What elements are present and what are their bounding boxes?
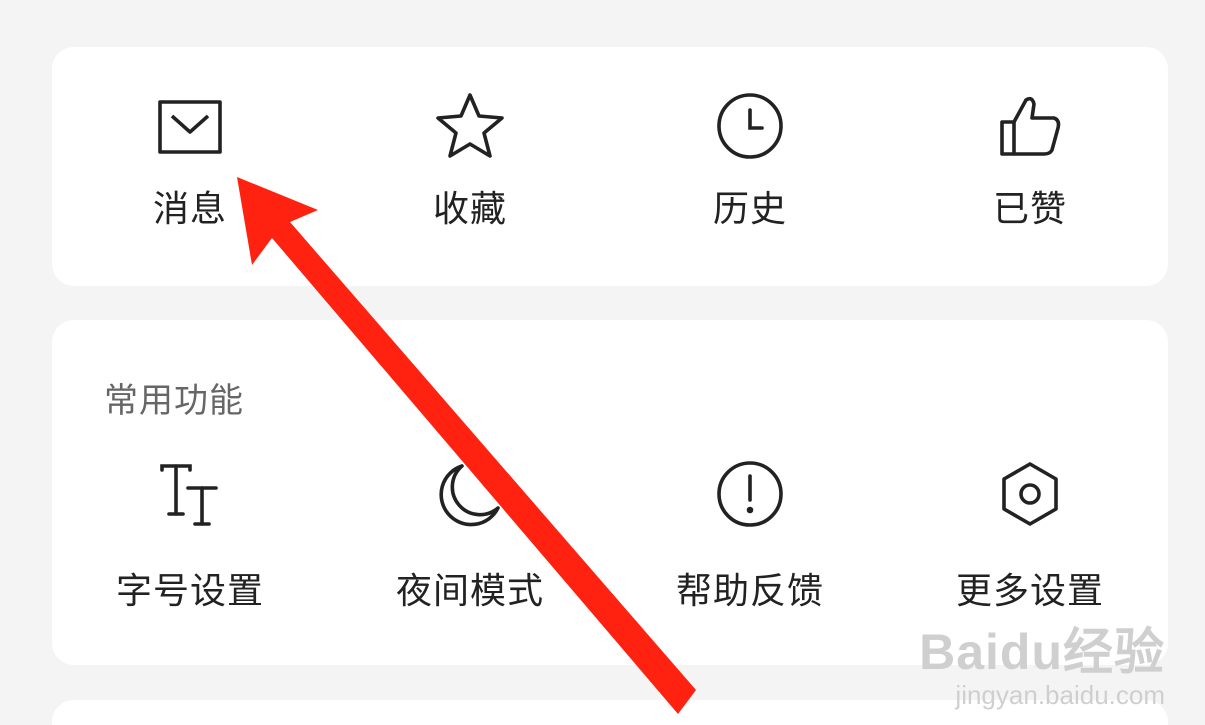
quick-action-liked[interactable]: 已赞 [890, 90, 1170, 232]
function-more-settings[interactable]: 更多设置 [890, 458, 1170, 614]
quick-action-label: 历史 [712, 189, 787, 230]
star-icon [434, 90, 506, 162]
font-size-icon [154, 458, 226, 530]
envelope-icon [154, 90, 226, 162]
quick-action-messages[interactable]: 消息 [50, 90, 330, 232]
quick-action-label: 已赞 [992, 189, 1067, 230]
moon-icon [434, 458, 506, 530]
function-label: 帮助反馈 [675, 571, 824, 612]
function-label: 字号设置 [115, 571, 264, 612]
clock-icon [714, 90, 786, 162]
function-help-feedback[interactable]: 帮助反馈 [610, 458, 890, 614]
function-night-mode[interactable]: 夜间模式 [330, 458, 610, 614]
section-title: 常用功能 [104, 381, 244, 421]
quick-action-label: 收藏 [432, 189, 507, 230]
bottom-card [52, 700, 1168, 725]
quick-action-label: 消息 [152, 189, 227, 230]
hexagon-settings-icon [994, 458, 1066, 530]
function-label: 夜间模式 [395, 571, 544, 612]
quick-action-favorites[interactable]: 收藏 [330, 90, 610, 232]
quick-action-history[interactable]: 历史 [610, 90, 890, 232]
exclamation-circle-icon [714, 458, 786, 530]
function-font-size[interactable]: 字号设置 [50, 458, 330, 614]
thumbs-up-icon [994, 90, 1066, 162]
function-label: 更多设置 [955, 571, 1104, 612]
page: 消息 收藏 历史 已赞 常用功能 字号设置 夜间模式 帮助反馈 更多设置 Bai… [0, 0, 1205, 725]
